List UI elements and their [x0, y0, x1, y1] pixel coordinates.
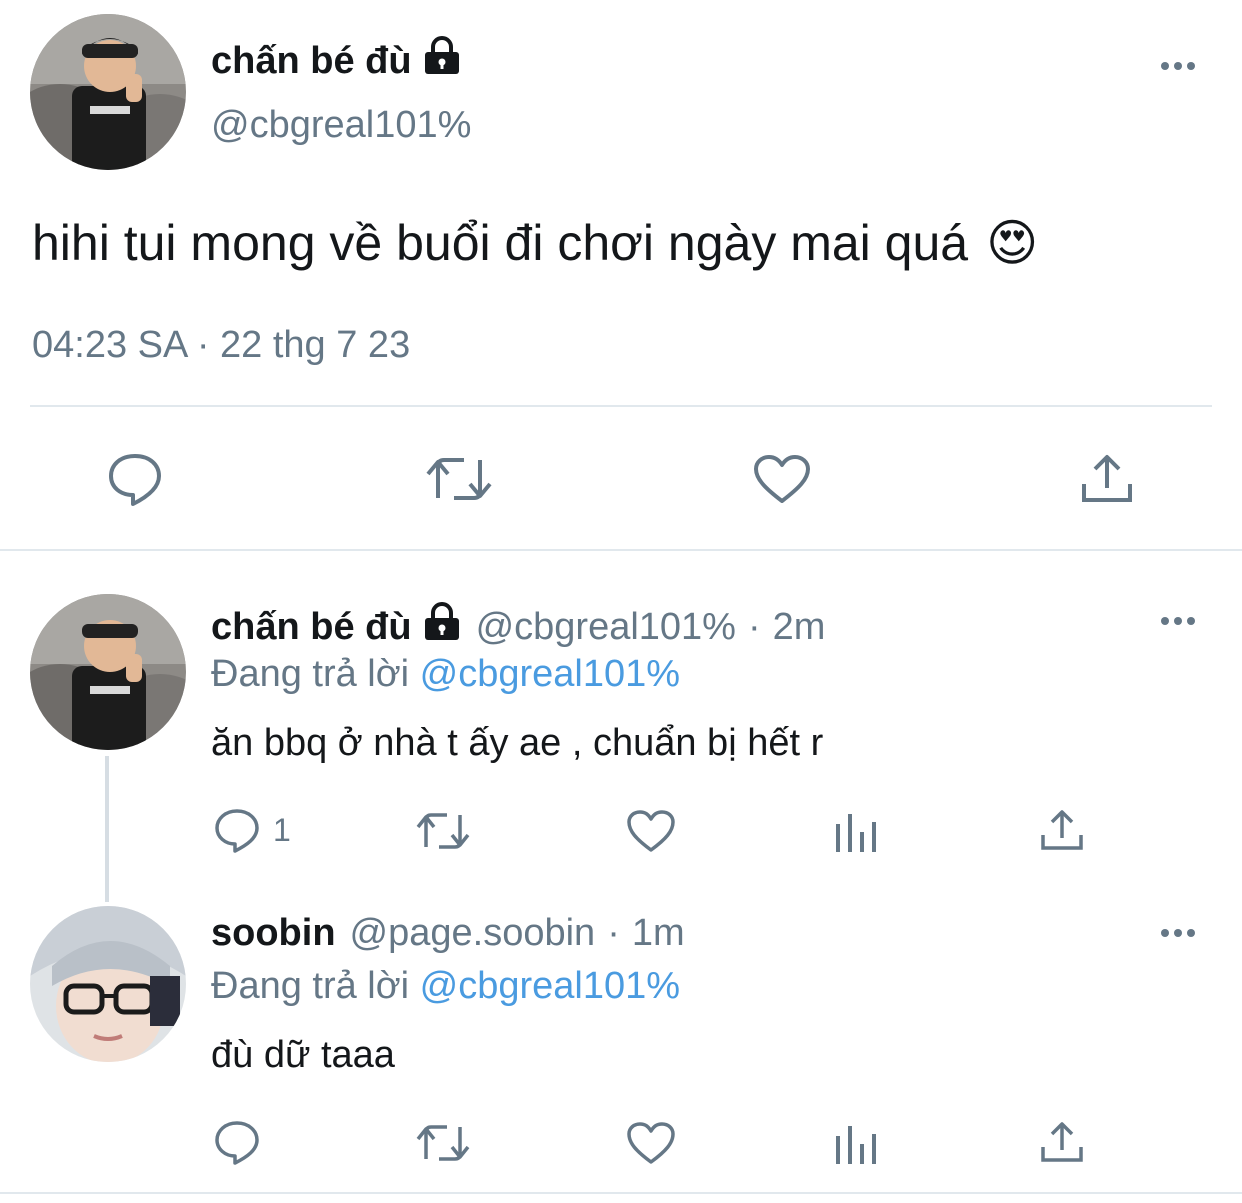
reply-author-handle[interactable]: @cbgreal101%	[476, 604, 736, 650]
author-avatar[interactable]	[30, 14, 186, 170]
retweet-icon[interactable]	[414, 810, 472, 852]
retweet-icon[interactable]	[424, 454, 494, 504]
author-name[interactable]: chấn bé đù	[211, 38, 412, 84]
reply-author-name[interactable]: soobin	[211, 910, 336, 956]
bottom-divider	[0, 1192, 1242, 1194]
replying-to: Đang trả lời @cbgreal101%	[211, 963, 680, 1009]
share-icon[interactable]	[1040, 808, 1084, 852]
lock-icon	[422, 602, 462, 651]
reply-avatar[interactable]	[30, 594, 186, 750]
retweet-icon[interactable]	[414, 1122, 472, 1164]
meta-separator: ·	[196, 324, 210, 366]
reply-header: soobin @page.soobin · 1m	[211, 910, 685, 956]
lock-icon	[422, 36, 462, 85]
share-icon[interactable]	[1080, 452, 1134, 504]
tweet-date: 22 thg 7 23	[220, 324, 411, 366]
reply-text: ăn bbq ở nhà t ấy ae , chuẩn bị hết r	[211, 722, 824, 764]
reply-count: 1	[273, 812, 291, 848]
author-handle[interactable]: @cbgreal101%	[211, 102, 471, 148]
replying-to-handle[interactable]: @cbgreal101%	[420, 965, 680, 1007]
author-name-row[interactable]: chấn bé đù	[211, 36, 462, 85]
share-icon[interactable]	[1040, 1120, 1084, 1164]
reply-avatar[interactable]	[30, 906, 186, 1062]
more-options-icon[interactable]	[1161, 617, 1195, 625]
more-options-icon[interactable]	[1161, 62, 1195, 70]
heart-eyes-emoji: 😍	[986, 215, 1039, 271]
like-icon[interactable]	[626, 1121, 676, 1165]
replying-to-prefix: Đang trả lời	[211, 653, 410, 695]
reply-age[interactable]: 2m	[773, 604, 826, 650]
meta-separator: ·	[747, 605, 761, 648]
like-icon[interactable]	[753, 454, 811, 504]
reply-header: chấn bé đù @cbgreal101% · 2m	[211, 602, 825, 651]
meta-separator: ·	[607, 912, 620, 954]
like-icon[interactable]	[626, 809, 676, 853]
reply-age[interactable]: 1m	[632, 910, 685, 956]
reply-icon[interactable]	[107, 452, 163, 506]
tweet-text-body: hihi tui mong về buổi đi chơi ngày mai q…	[32, 215, 969, 271]
tweet-text: hihi tui mong về buổi đi chơi ngày mai q…	[32, 212, 1038, 274]
tweet-time: 04:23 SA	[32, 324, 187, 366]
reply-author-name[interactable]: chấn bé đù	[211, 604, 412, 650]
reply-icon[interactable]	[214, 1120, 260, 1166]
analytics-icon[interactable]	[834, 814, 878, 852]
replying-to-prefix: Đang trả lời	[211, 965, 410, 1007]
replying-to-handle[interactable]: @cbgreal101%	[420, 653, 680, 695]
reply-icon[interactable]	[214, 808, 260, 854]
thread-line	[105, 756, 109, 902]
analytics-icon[interactable]	[834, 1126, 878, 1164]
tweet-timestamp[interactable]: 04:23 SA · 22 thg 7 23	[32, 322, 410, 368]
reply-text: đù dữ taaa	[211, 1034, 395, 1076]
replying-to: Đang trả lời @cbgreal101%	[211, 651, 680, 697]
more-options-icon[interactable]	[1161, 929, 1195, 937]
reply-author-handle[interactable]: @page.soobin	[350, 910, 596, 956]
section-divider	[0, 549, 1242, 551]
tweet-divider	[30, 405, 1212, 407]
